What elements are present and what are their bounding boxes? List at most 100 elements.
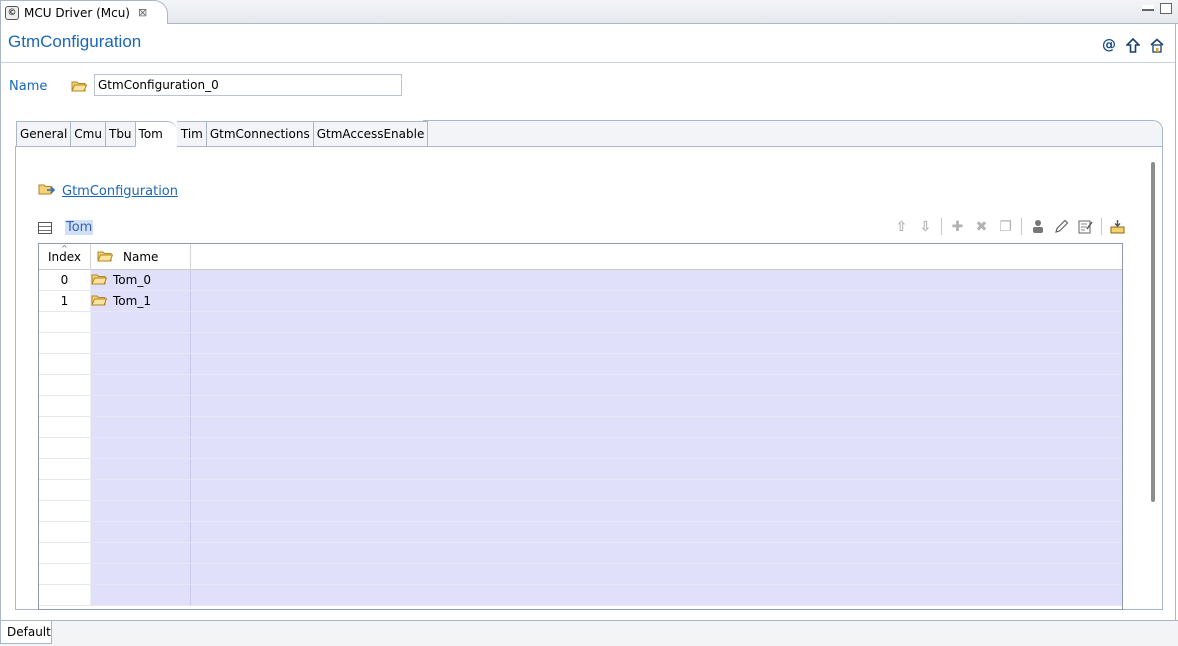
tab-tim[interactable]: Tim <box>176 121 206 147</box>
tab-strip-background <box>423 120 1163 147</box>
column-header-name[interactable]: Name <box>91 244 191 270</box>
cell-name <box>91 396 191 416</box>
close-icon[interactable]: ⊠ <box>138 6 147 19</box>
cell-name <box>91 564 191 584</box>
add-icon[interactable]: ✚ <box>949 218 966 235</box>
editor-tab-title: MCU Driver (Mcu) <box>24 5 130 20</box>
empty-table-row <box>39 522 1122 543</box>
cell-index <box>39 480 91 500</box>
editor-tab-bar: © MCU Driver (Mcu) ⊠ <box>0 0 1178 24</box>
at-sign-icon[interactable]: @ <box>1100 36 1118 54</box>
cell-name <box>91 543 191 563</box>
table-body: 0 Tom_0 1 Tom_1 <box>39 270 1122 606</box>
cell-filler <box>191 354 1122 374</box>
cell-name <box>91 312 191 332</box>
cell-index <box>39 417 91 437</box>
cell-index <box>39 501 91 521</box>
breadcrumb: GtmConfiguration <box>38 183 178 199</box>
tab-default[interactable]: Default <box>0 621 52 644</box>
cell-filler <box>191 270 1122 290</box>
table-title: Tom <box>65 220 94 235</box>
cell-filler <box>191 291 1122 311</box>
breadcrumb-link-gtmconfiguration[interactable]: GtmConfiguration <box>62 184 178 199</box>
header-divider <box>1 62 1175 63</box>
tab-cmu[interactable]: Cmu <box>70 121 105 147</box>
table-title-row: Tom <box>38 220 94 235</box>
cell-index <box>39 564 91 584</box>
cell-filler <box>191 333 1122 353</box>
folder-icon <box>71 80 88 92</box>
move-down-icon[interactable]: ⇩ <box>917 218 934 235</box>
empty-table-row <box>39 396 1122 417</box>
empty-table-row <box>39 375 1122 396</box>
mcu-icon: © <box>5 5 19 20</box>
tab-tbu[interactable]: Tbu <box>104 121 135 147</box>
delete-icon[interactable]: ✖ <box>973 218 990 235</box>
folder-link-icon <box>38 183 56 199</box>
tab-general[interactable]: General <box>16 121 71 147</box>
table-toolbar: ⇧ ⇩ ✚ ✖ ❐ <box>893 218 1126 235</box>
config-tabs: General Cmu Tbu Tom Tim GtmConnections G… <box>16 121 429 147</box>
tab-gtmconnections[interactable]: GtmConnections <box>205 121 313 147</box>
empty-table-row <box>39 333 1122 354</box>
tab-gtmaccessenable[interactable]: GtmAccessEnable <box>312 121 429 147</box>
name-row: Name <box>9 74 402 98</box>
name-input[interactable] <box>94 74 402 96</box>
home-icon[interactable] <box>1148 36 1166 54</box>
cell-filler <box>191 564 1122 584</box>
table-row[interactable]: 1 Tom_1 <box>39 291 1122 312</box>
edit-pencil-icon[interactable] <box>1053 218 1070 235</box>
move-up-icon[interactable]: ⇧ <box>893 218 910 235</box>
cell-index <box>39 375 91 395</box>
cell-filler <box>191 480 1122 500</box>
folder-icon <box>91 273 108 288</box>
cell-filler <box>191 312 1122 332</box>
cell-index <box>39 438 91 458</box>
empty-table-row <box>39 312 1122 333</box>
cell-index <box>39 522 91 542</box>
cell-name: Tom_1 <box>91 291 191 311</box>
empty-table-row <box>39 585 1122 606</box>
cell-index <box>39 333 91 353</box>
sort-ascending-icon: ^ <box>61 244 68 253</box>
cell-name <box>91 333 191 353</box>
empty-table-row <box>39 459 1122 480</box>
user-icon[interactable] <box>1029 218 1046 235</box>
insert-row-icon[interactable] <box>1109 218 1126 235</box>
cell-name <box>91 480 191 500</box>
cell-index <box>39 585 91 605</box>
table-row[interactable]: 0 Tom_0 <box>39 270 1122 291</box>
cell-index <box>39 459 91 479</box>
column-header-name-label: Name <box>123 250 159 264</box>
empty-table-row <box>39 543 1122 564</box>
minimize-button[interactable] <box>1142 5 1154 11</box>
navigate-up-icon[interactable] <box>1124 36 1142 54</box>
cell-name <box>91 522 191 542</box>
cell-name <box>91 501 191 521</box>
empty-table-row <box>39 564 1122 585</box>
editor-tab[interactable]: © MCU Driver (Mcu) ⊠ <box>0 0 168 24</box>
cell-index <box>39 354 91 374</box>
cell-name <box>91 438 191 458</box>
empty-table-row <box>39 480 1122 501</box>
cell-filler <box>191 438 1122 458</box>
cell-filler <box>191 417 1122 437</box>
toolbar-separator <box>941 218 942 235</box>
folder-icon <box>91 294 108 309</box>
cell-index <box>39 543 91 563</box>
cell-name <box>91 585 191 605</box>
copy-icon[interactable]: ❐ <box>997 218 1014 235</box>
bottom-tab-bar: Default <box>0 620 1178 646</box>
column-header-index[interactable]: ^ Index <box>39 244 91 270</box>
table-header: ^ Index Name <box>39 244 1122 270</box>
cell-name <box>91 375 191 395</box>
table-icon <box>38 221 52 234</box>
vertical-scrollbar[interactable] <box>1151 162 1155 502</box>
cell-filler <box>191 543 1122 563</box>
cell-filler <box>191 375 1122 395</box>
empty-table-row <box>39 501 1122 522</box>
cell-filler <box>191 522 1122 542</box>
maximize-button[interactable] <box>1160 3 1172 14</box>
edit-form-icon[interactable] <box>1077 218 1094 235</box>
tab-tom[interactable]: Tom <box>134 121 177 147</box>
